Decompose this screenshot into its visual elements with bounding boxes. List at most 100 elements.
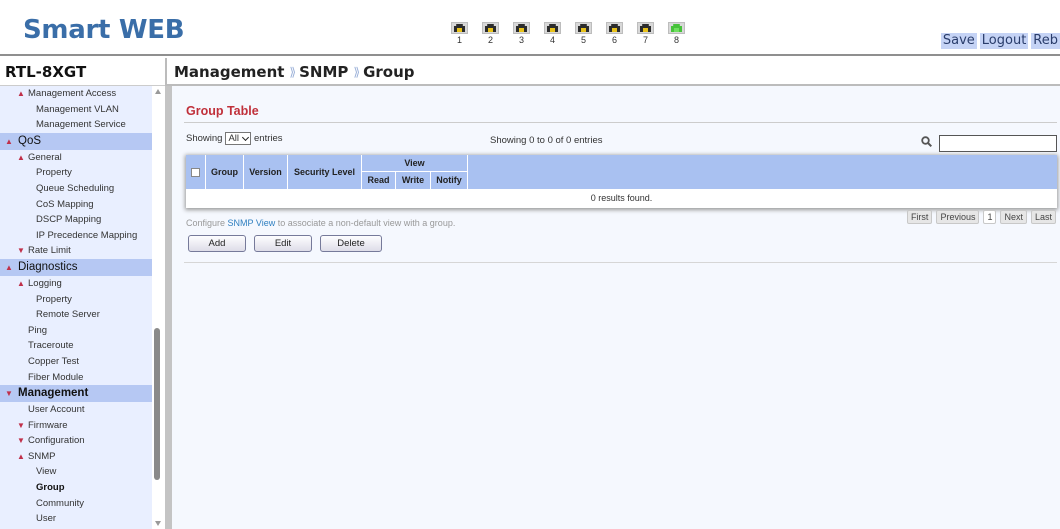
port-number: 7: [642, 35, 648, 45]
sidebar-item-label: View: [36, 466, 57, 478]
sidebar-item-label: IP Precedence Mapping: [36, 229, 138, 241]
chevron-up-icon: ▲: [17, 278, 25, 288]
port-number: 1: [456, 35, 462, 45]
search-input[interactable]: [939, 135, 1057, 152]
breadcrumb-item: Group: [363, 63, 415, 81]
port-6[interactable]: 6: [599, 22, 630, 45]
first-page-button[interactable]: First: [906, 210, 933, 224]
sidebar-item-management-service[interactable]: Management Service: [0, 117, 152, 133]
device-header: RTL-8XGT: [0, 58, 165, 86]
sidebar-item-rate-limit[interactable]: ▼ Rate Limit: [0, 243, 152, 259]
port-7[interactable]: 7: [630, 22, 661, 45]
chevron-down-icon: ▼: [17, 436, 25, 446]
sidebar-item-diagnostics[interactable]: ▲ Diagnostics: [0, 258, 152, 276]
top-links: Save Logout Reb: [940, 33, 1060, 49]
last-page-button[interactable]: Last: [1030, 210, 1056, 224]
sidebar-item-traceroute[interactable]: Traceroute: [0, 338, 152, 354]
column-header-read[interactable]: Read: [362, 172, 396, 189]
sidebar-item-management[interactable]: ▼ Management: [0, 385, 152, 403]
sidebar-item-label: User: [36, 513, 57, 525]
port-number: 6: [611, 35, 617, 45]
sidebar-item-ping[interactable]: Ping: [0, 323, 152, 339]
next-page-button[interactable]: Next: [1000, 210, 1027, 224]
sidebar-item-logging[interactable]: ▲ Logging: [0, 276, 152, 292]
reboot-link[interactable]: Reb: [1031, 33, 1060, 49]
logo: Smart WEB: [23, 15, 185, 45]
sidebar-item-ip-precedence-mapping[interactable]: IP Precedence Mapping: [0, 228, 152, 244]
sidebar-item-property[interactable]: Property: [0, 292, 152, 308]
scrollbar-thumb[interactable]: [154, 328, 160, 480]
logout-link[interactable]: Logout: [979, 33, 1029, 49]
sidebar-item-fiber-module[interactable]: Fiber Module: [0, 370, 152, 386]
port-number: 3: [518, 35, 524, 45]
column-header-group[interactable]: Group: [206, 155, 244, 189]
sidebar-scrollbar[interactable]: [152, 86, 165, 529]
hint-prefix: Configure: [186, 218, 228, 228]
sidebar-item-label: General: [28, 151, 62, 163]
sidebar-item-snmp[interactable]: ▲ SNMP: [0, 449, 152, 465]
select-all-cell: [186, 155, 206, 189]
edit-button[interactable]: Edit: [254, 235, 312, 252]
delete-button[interactable]: Delete: [320, 235, 382, 252]
sidebar-item-management-vlan[interactable]: Management VLAN: [0, 102, 152, 118]
add-button[interactable]: Add: [188, 235, 246, 252]
entries-label: entries: [254, 133, 283, 144]
sidebar-item-dscp-mapping[interactable]: DSCP Mapping: [0, 212, 152, 228]
breadcrumb-separator-icon: ⟫: [289, 65, 296, 79]
chevron-down-icon: ▼: [17, 420, 25, 430]
current-page-button[interactable]: 1: [983, 210, 997, 224]
port-1[interactable]: 1: [444, 22, 475, 45]
showing-label: Showing: [186, 133, 223, 144]
save-link[interactable]: Save: [940, 33, 977, 49]
sidebar-item-label: Ping: [28, 324, 48, 336]
sidebar-item-label: CoS Mapping: [36, 198, 94, 210]
port-4[interactable]: 4: [537, 22, 568, 45]
chevron-up-icon: ▲: [17, 89, 25, 98]
sidebar-item-user-account[interactable]: User Account: [0, 402, 152, 418]
sidebar-item-firmware[interactable]: ▼ Firmware: [0, 418, 152, 434]
panel-divider[interactable]: [165, 86, 172, 529]
port-3[interactable]: 3: [506, 22, 537, 45]
port-number: 5: [580, 35, 586, 45]
previous-page-button[interactable]: Previous: [936, 210, 980, 224]
breadcrumb: Management ⟫ SNMP ⟫ Group: [174, 63, 415, 81]
port-number: 2: [487, 35, 493, 45]
ethernet-port-icon: [482, 22, 499, 34]
column-header-security-level[interactable]: Security Level: [288, 155, 362, 189]
sidebar-item-user[interactable]: User: [0, 511, 152, 527]
scroll-up-arrow-icon[interactable]: [155, 89, 161, 94]
sidebar-item-management-access[interactable]: ▲ Management Access: [0, 86, 152, 102]
sidebar-item-label: Firmware: [28, 419, 68, 431]
column-header-version[interactable]: Version: [244, 155, 288, 189]
sidebar-item-property[interactable]: Property: [0, 165, 152, 181]
select-all-checkbox[interactable]: [191, 168, 200, 177]
snmp-view-link[interactable]: SNMP View: [228, 218, 276, 228]
sidebar-item-general[interactable]: ▲ General: [0, 150, 152, 166]
sidebar-item-community[interactable]: Community: [0, 496, 152, 512]
breadcrumb-item: SNMP: [299, 63, 349, 81]
table-header: Group Version Security Level View Read W…: [186, 155, 1057, 189]
chevron-down-icon: [241, 133, 250, 141]
sidebar-item-group[interactable]: Group: [0, 480, 152, 496]
sidebar-item-qos[interactable]: ▲ QoS: [0, 132, 152, 150]
sidebar-item-copper-test[interactable]: Copper Test: [0, 354, 152, 370]
ethernet-port-icon: [668, 22, 685, 34]
port-5[interactable]: 5: [568, 22, 599, 45]
sidebar-item-queue-scheduling[interactable]: Queue Scheduling: [0, 181, 152, 197]
chevron-up-icon: ▲: [5, 262, 13, 272]
action-buttons: Add Edit Delete: [188, 235, 382, 252]
sidebar-item-label: Rate Limit: [28, 245, 71, 257]
sidebar-item-label: Queue Scheduling: [36, 182, 115, 194]
entries-select[interactable]: All: [225, 132, 252, 145]
port-8[interactable]: 8: [661, 22, 692, 45]
column-header-notify[interactable]: Notify: [431, 172, 468, 189]
port-number: 8: [673, 35, 679, 45]
sidebar-item-cos-mapping[interactable]: CoS Mapping: [0, 197, 152, 213]
sidebar-item-remote-server[interactable]: Remote Server: [0, 307, 152, 323]
port-2[interactable]: 2: [475, 22, 506, 45]
column-header-write[interactable]: Write: [396, 172, 431, 189]
scroll-down-arrow-icon[interactable]: [155, 521, 161, 526]
sidebar-item-view[interactable]: View: [0, 464, 152, 480]
main-content: Group Table Showing All entries Showing …: [172, 86, 1060, 529]
sidebar-item-configuration[interactable]: ▼ Configuration: [0, 433, 152, 449]
